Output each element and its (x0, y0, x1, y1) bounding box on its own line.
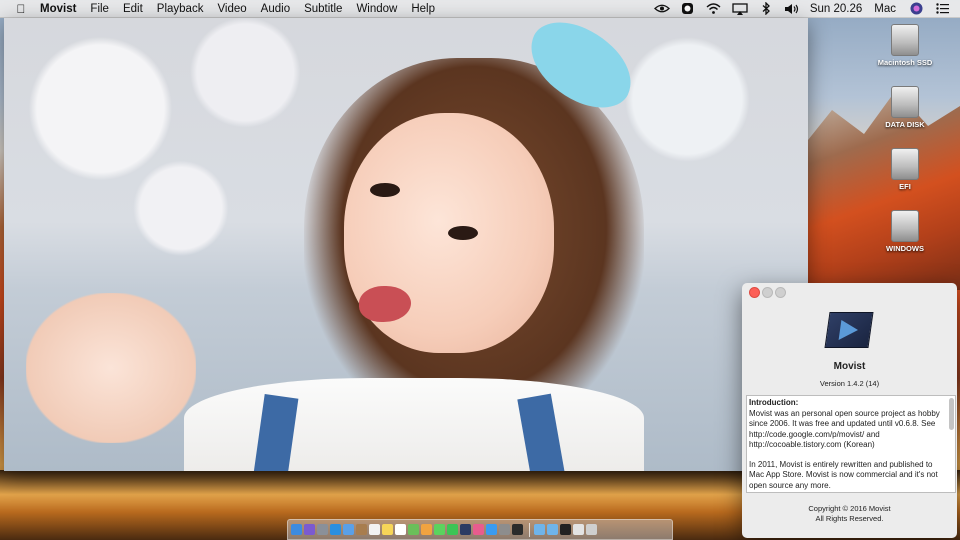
nvidia-icon[interactable] (653, 2, 670, 15)
zoom-button[interactable] (775, 287, 786, 298)
drive-label: DATA DISK (885, 120, 925, 129)
about-info-paragraph: Movist was an personal open source proje… (749, 408, 940, 450)
video-eye-right (448, 226, 478, 240)
movist-app-icon (824, 312, 874, 348)
messages-icon[interactable] (434, 524, 445, 535)
drive-label: Macintosh SSD (877, 58, 933, 67)
downloads-folder-icon[interactable] (534, 524, 545, 535)
system-preferences-icon[interactable] (499, 524, 510, 535)
siri-icon[interactable] (304, 524, 315, 535)
status-area: Sun 20.26 Mac (653, 0, 960, 17)
drive-data-disk[interactable]: DATA DISK (850, 86, 960, 129)
terminal-icon[interactable] (560, 524, 571, 535)
video-dress (184, 378, 644, 471)
finder-icon[interactable] (291, 524, 302, 535)
hard-drive-icon (891, 148, 919, 180)
photos-icon[interactable] (421, 524, 432, 535)
about-copyright: Copyright © 2016 Movist All Rights Reser… (742, 504, 957, 524)
calendar-icon[interactable] (369, 524, 380, 535)
hard-drive-icon (891, 24, 919, 56)
menu-video[interactable]: Video (217, 3, 246, 15)
about-info-content: Introduction: Movist was an personal ope… (749, 398, 945, 492)
movist-icon[interactable] (460, 524, 471, 535)
facetime-icon[interactable] (447, 524, 458, 535)
menu-file[interactable]: File (90, 3, 109, 15)
menu-bar:  Movist File Edit Playback Video Audio … (0, 0, 960, 18)
menu-window[interactable]: Window (356, 3, 397, 15)
documents-folder-icon[interactable] (547, 524, 558, 535)
app-menu-icon[interactable] (680, 2, 696, 15)
notes-icon[interactable] (382, 524, 393, 535)
about-window[interactable]: Movist Version 1.4.2 (14) Introduction: … (742, 283, 957, 538)
about-info-box[interactable]: Introduction: Movist was an personal ope… (746, 395, 956, 493)
video-eye-left (370, 183, 400, 197)
minimize-button[interactable] (762, 287, 773, 298)
drive-macintosh-ssd[interactable]: Macintosh SSD (850, 24, 960, 67)
video-frame[interactable] (4, 18, 808, 471)
mail-icon[interactable] (343, 524, 354, 535)
about-info-scrollbar[interactable] (949, 398, 954, 430)
copyright-line: Copyright © 2016 Movist (808, 504, 891, 513)
volume-icon[interactable] (784, 2, 800, 15)
drive-label: EFI (899, 182, 911, 191)
about-app-title: Movist (833, 361, 866, 372)
app-store-icon[interactable] (486, 524, 497, 535)
dock-separator (529, 522, 530, 537)
airplay-icon[interactable] (732, 2, 748, 15)
rights-line: All Rights Reserved. (815, 514, 884, 523)
trash-icon[interactable] (586, 524, 597, 535)
menu-subtitle[interactable]: Subtitle (304, 3, 342, 15)
launchpad-icon[interactable] (317, 524, 328, 535)
drive-efi[interactable]: EFI (850, 148, 960, 191)
video-player-window[interactable] (4, 18, 808, 471)
user-menu[interactable]: Mac (874, 3, 896, 15)
bluetooth-icon[interactable] (758, 2, 774, 15)
hard-drive-icon (891, 86, 919, 118)
menu-app-name[interactable]: Movist (40, 3, 76, 15)
menu-help[interactable]: Help (411, 3, 435, 15)
menu-playback[interactable]: Playback (157, 3, 204, 15)
hard-drive-icon (891, 210, 919, 242)
video-editor-icon[interactable] (512, 524, 523, 535)
siri-icon[interactable] (908, 2, 924, 15)
menu-audio[interactable]: Audio (261, 3, 290, 15)
about-titlebar[interactable] (742, 283, 957, 299)
about-info-paragraph: In 2011, Movist is entirely rewritten an… (749, 459, 938, 490)
video-hand (26, 293, 196, 443)
about-app-version: Version 1.4.2 (14) (819, 379, 880, 388)
wifi-icon[interactable] (706, 2, 722, 15)
notification-center-icon[interactable] (934, 2, 950, 15)
itunes-icon[interactable] (473, 524, 484, 535)
preview-icon[interactable] (573, 524, 584, 535)
drive-label: WINDOWS (886, 244, 924, 253)
menu-edit[interactable]: Edit (123, 3, 143, 15)
contacts-icon[interactable] (356, 524, 367, 535)
safari-icon[interactable] (330, 524, 341, 535)
clock[interactable]: Sun 20.26 (810, 3, 862, 15)
dock (287, 519, 673, 540)
about-info-heading: Introduction: (749, 398, 799, 407)
close-button[interactable] (749, 287, 760, 298)
maps-icon[interactable] (408, 524, 419, 535)
apple-icon[interactable]:  (14, 2, 28, 16)
play-icon (838, 320, 860, 340)
drive-windows[interactable]: WINDOWS (850, 210, 960, 253)
reminders-icon[interactable] (395, 524, 406, 535)
